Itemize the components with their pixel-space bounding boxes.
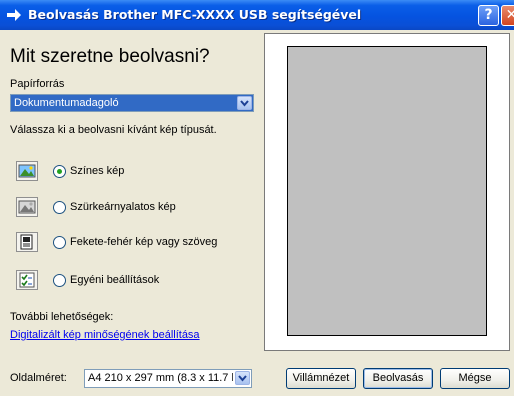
title-bar[interactable]: Beolvasás Brother MFC-XXXX USB segítségé… [0,0,514,30]
radio-custom[interactable] [53,274,66,287]
preview-panel [264,33,510,351]
radio-color[interactable] [53,165,66,178]
grayscale-photo-icon [16,197,38,217]
option-label: Egyéni beállítások [70,274,160,286]
chevron-down-icon[interactable] [235,371,250,385]
paper-source-select[interactable]: Dokumentumadagoló [10,94,254,112]
option-label: Színes kép [70,165,125,177]
scanner-arrow-icon [7,9,21,21]
custom-settings-icon [16,270,38,290]
radio-black-white[interactable] [53,236,66,249]
cancel-button[interactable]: Mégse [440,368,510,389]
option-label: Szürkeárnyalatos kép [70,201,176,213]
paper-source-value: Dokumentumadagoló [14,97,119,109]
page-size-label: Oldalméret: [10,372,67,384]
preview-button[interactable]: Villámnézet [286,368,356,389]
help-button[interactable]: ? [478,5,499,26]
dialog-body: Mit szeretne beolvasni? Papírforrás Doku… [0,30,514,396]
window-title: Beolvasás Brother MFC-XXXX USB segítségé… [28,7,362,22]
scan-button[interactable]: Beolvasás [363,368,433,389]
page-title: Mit szeretne beolvasni? [10,46,210,67]
page-size-value: A4 210 x 297 mm (8.3 x 11.7 hüv [88,372,233,384]
bw-text-icon [16,232,38,252]
more-options-label: További lehetőségek: [10,311,114,323]
page-size-select[interactable]: A4 210 x 297 mm (8.3 x 11.7 hüv [84,369,252,388]
preview-area[interactable] [287,46,487,336]
quality-settings-link[interactable]: Digitalizált kép minőségének beállítása [10,329,200,341]
scan-dialog-window: Beolvasás Brother MFC-XXXX USB segítségé… [0,0,514,396]
paper-source-label: Papírforrás [10,78,65,90]
close-button[interactable]: ✕ [501,5,514,26]
chevron-down-icon[interactable] [237,96,252,110]
option-label: Fekete-fehér kép vagy szöveg [70,236,218,248]
radio-grayscale[interactable] [53,201,66,214]
image-type-prompt: Válassza ki a beolvasni kívánt kép típus… [10,124,217,136]
color-photo-icon [16,161,38,181]
